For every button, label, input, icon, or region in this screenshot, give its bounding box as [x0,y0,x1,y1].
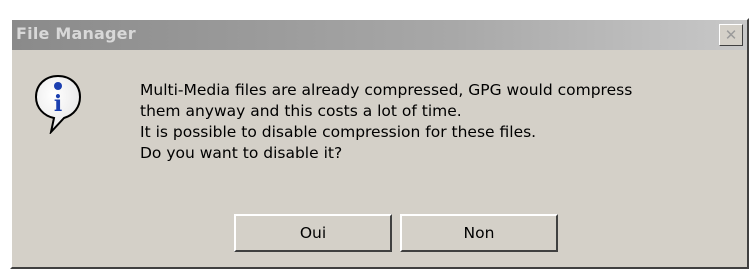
title-bar[interactable]: File Manager ✕ [12,20,747,50]
message-line: It is possible to disable compression fo… [140,123,537,141]
no-button[interactable]: Non [400,214,558,252]
yes-button[interactable]: Oui [234,214,392,252]
file-manager-dialog: File Manager ✕ i Multi-Media files are a… [10,18,749,269]
message-line: Multi-Media files are already compressed… [140,81,633,99]
window-title: File Manager [16,24,136,43]
yes-button-label: Oui [299,224,327,242]
close-icon: ✕ [724,25,738,44]
info-icon: i [34,74,82,136]
info-glyph: i [54,91,62,117]
message-line: them anyway and this costs a lot of time… [140,102,462,120]
no-button-label: Non [463,224,495,242]
message-text: Multi-Media files are already compressed… [140,80,750,164]
close-button[interactable]: ✕ [719,24,743,46]
message-line: Do you want to disable it? [140,144,343,162]
